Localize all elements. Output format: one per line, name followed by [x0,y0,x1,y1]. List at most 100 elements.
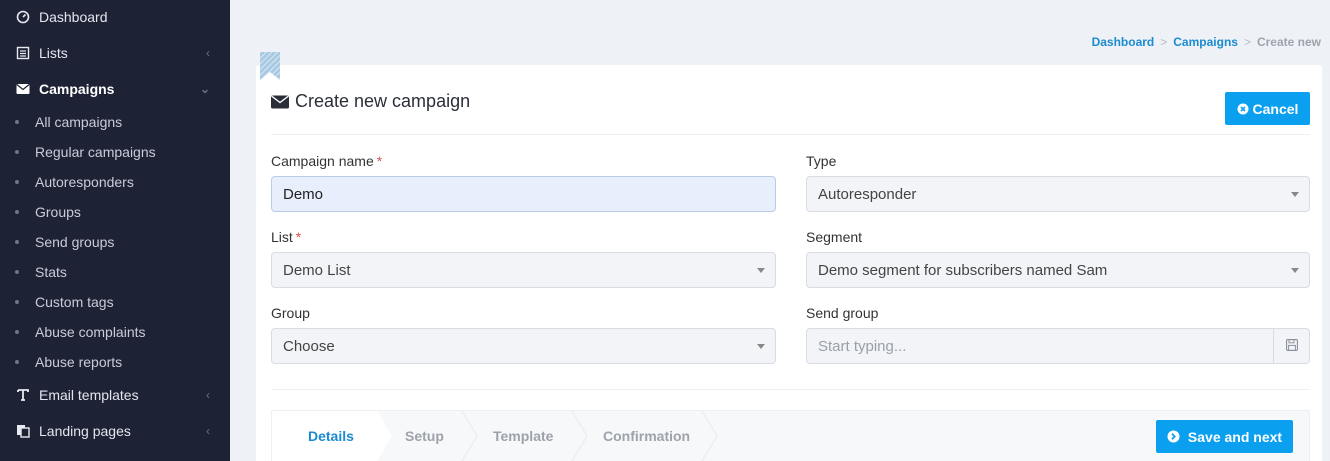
save-and-next-label: Save and next [1187,428,1283,445]
type-label: Type [806,153,837,169]
sidebar-subitem-stats[interactable]: Stats [0,259,230,285]
group-value: Choose [283,337,335,355]
sidebar: Dashboard Lists ‹ Campaigns ⌄ All campai… [0,0,230,461]
wizard-step-template[interactable]: Template [493,411,553,461]
list-label: List * [271,229,301,245]
times-circle-icon [1237,103,1249,115]
sidebar-item-email-templates[interactable]: Email templates ‹ [0,380,230,410]
caret-down-icon [757,344,765,349]
sidebar-subitem-groups[interactable]: Groups [0,199,230,225]
list-select[interactable]: Demo List [271,252,776,288]
caret-down-icon [757,268,765,273]
wizard-step-setup[interactable]: Setup [405,411,444,461]
chevron-circle-right-icon [1167,430,1180,443]
sidebar-item-label: Campaigns [39,81,115,97]
sidebar-subitem-regular-campaigns[interactable]: Regular campaigns [0,139,230,165]
segment-label: Segment [806,229,863,245]
sidebar-item-label: Dashboard [39,9,108,25]
segment-value: Demo segment for subscribers named Sam [818,261,1108,279]
cancel-button[interactable]: Cancel [1225,92,1310,125]
send-group-input[interactable]: Start typing... [806,328,1274,364]
breadcrumb-dashboard-link[interactable]: Dashboard [1092,35,1155,49]
envelope-icon [271,94,289,109]
label-text: Campaign name [271,153,374,169]
bullet-icon [15,270,19,274]
bullet-icon [15,210,19,214]
sidebar-subitem-custom-tags[interactable]: Custom tags [0,289,230,315]
sidebar-item-lists[interactable]: Lists ‹ [0,38,230,68]
breadcrumb-separator: > [1243,35,1251,49]
breadcrumb: Dashboard > Campaigns > Create new [1092,35,1321,49]
breadcrumb-separator: > [1160,35,1168,49]
sidebar-subitem-autoresponders[interactable]: Autoresponders [0,169,230,195]
divider [271,389,1310,390]
breadcrumb-campaigns-link[interactable]: Campaigns [1173,35,1238,49]
send-group-label: Send group [806,305,879,321]
sidebar-subitem-label: Regular campaigns [35,144,156,160]
card-header: Create new campaign Cancel [271,65,1310,135]
chevron-left-icon: ‹ [206,388,210,402]
send-group-addon[interactable] [1274,328,1310,364]
chevron-down-icon: ⌄ [199,82,210,96]
breadcrumb-current: Create new [1256,35,1321,49]
required-marker: * [295,229,302,245]
sidebar-item-label: Lists [39,45,68,61]
caret-down-icon [1291,268,1299,273]
group-select[interactable]: Choose [271,328,776,364]
bullet-icon [15,300,19,304]
wizard-steps: Details Setup Template Confirmation Save… [271,410,1310,461]
save-and-next-button[interactable]: Save and next [1156,420,1293,453]
wizard-step-confirmation[interactable]: Confirmation [603,411,690,461]
cancel-button-label: Cancel [1252,100,1299,117]
segment-select[interactable]: Demo segment for subscribers named Sam [806,252,1310,288]
bullet-icon [15,330,19,334]
chevron-left-icon: ‹ [206,46,210,60]
sidebar-subitem-send-groups[interactable]: Send groups [0,229,230,255]
sidebar-item-landing-pages[interactable]: Landing pages ‹ [0,416,230,446]
group-label: Group [271,305,310,321]
sidebar-subitem-label: Abuse reports [35,354,123,370]
campaign-form-card: Create new campaign Cancel Campaign name… [256,65,1322,461]
text-icon [15,387,31,403]
main-content: Dashboard > Campaigns > Create new Creat… [230,0,1330,461]
caret-down-icon [1291,192,1299,197]
chevron-left-icon: ‹ [206,424,210,438]
sidebar-subitem-label: Abuse complaints [35,324,146,340]
dashboard-icon [15,9,31,25]
copy-icon [15,423,31,439]
sidebar-subitem-abuse-reports[interactable]: Abuse reports [0,349,230,375]
campaign-name-value: Demo [283,185,324,203]
sidebar-subitem-label: Stats [35,264,67,280]
required-marker: * [376,153,383,169]
sidebar-subitem-label: Custom tags [35,294,114,310]
sidebar-item-label: Email templates [39,387,139,403]
bullet-icon [15,120,19,124]
sidebar-item-campaigns[interactable]: Campaigns ⌄ [0,74,230,104]
bullet-icon [15,360,19,364]
sidebar-item-dashboard[interactable]: Dashboard [0,2,230,32]
type-select[interactable]: Autoresponder [806,176,1310,212]
type-value: Autoresponder [818,185,917,203]
bullet-icon [15,150,19,154]
sidebar-subitem-label: Send groups [35,234,115,250]
sidebar-subitem-all-campaigns[interactable]: All campaigns [0,109,230,135]
bullet-icon [15,240,19,244]
sidebar-item-label: Landing pages [39,423,131,439]
wizard-step-details[interactable]: Details [308,411,354,461]
bookmark-icon [260,52,280,80]
sidebar-subitem-label: Groups [35,204,81,220]
bullet-icon [15,180,19,184]
save-icon [1285,338,1298,354]
sidebar-subitem-label: All campaigns [35,114,123,130]
list-icon [15,45,31,61]
campaign-name-input[interactable]: Demo [271,176,776,212]
sidebar-subitem-abuse-complaints[interactable]: Abuse complaints [0,319,230,345]
label-text: List [271,229,293,245]
send-group-placeholder: Start typing... [818,337,907,355]
page-title-text: Create new campaign [295,91,471,111]
sidebar-subitem-label: Autoresponders [35,174,134,190]
page-title: Create new campaign [271,91,470,112]
campaign-name-label: Campaign name * [271,153,382,169]
envelope-icon [15,81,31,97]
list-value: Demo List [283,261,351,279]
